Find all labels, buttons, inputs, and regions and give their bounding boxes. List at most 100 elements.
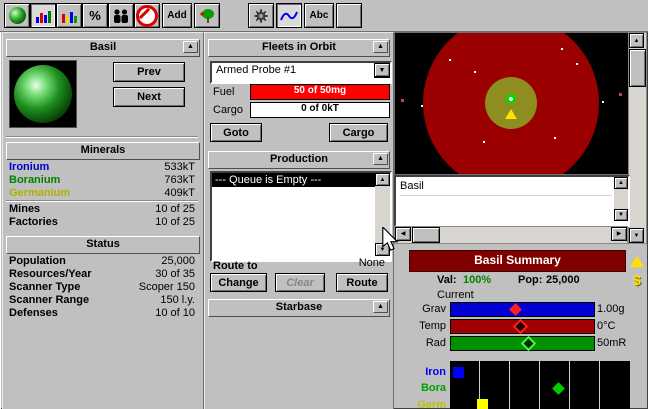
scanner-range-row: Scanner Range 150 l.y. <box>9 294 195 306</box>
scroll-up-icon[interactable]: ▲ <box>629 33 644 48</box>
stars-game-window: % Add Abc Basil ▲ Prev Next Minerals Iro… <box>0 0 648 409</box>
clear-route-button: Clear <box>275 273 325 292</box>
summary-collapse-button[interactable] <box>628 251 646 269</box>
divider <box>6 136 198 138</box>
collapse-production-button[interactable]: ▲ <box>373 153 388 165</box>
no-friendlies-button[interactable] <box>134 3 160 28</box>
map-horizontal-scrollbar[interactable]: ◀ ▶ <box>394 226 628 244</box>
star <box>554 137 556 139</box>
gridline <box>509 361 510 409</box>
grav-bar <box>450 302 595 317</box>
environment-button[interactable] <box>194 3 220 28</box>
population-button[interactable] <box>108 3 134 28</box>
scroll-right-icon[interactable]: ▶ <box>611 227 627 241</box>
gridline <box>599 361 600 409</box>
selected-planet-dot[interactable] <box>506 94 516 104</box>
fleet-select[interactable]: Armed Probe #1 ▼ <box>210 61 392 84</box>
resources-row: Resources/Year 30 of 35 <box>9 268 195 280</box>
scroll-up-icon[interactable]: ▲ <box>375 173 390 186</box>
germ-label: Germ <box>417 399 446 409</box>
fleet-production-panel: Fleets in Orbit ▲ Armed Probe #1 ▼ Fuel … <box>204 32 394 409</box>
minefields-button[interactable] <box>248 3 274 28</box>
planet-icon <box>8 7 26 24</box>
planet-panel: Basil ▲ Prev Next Minerals Ironium 533kT… <box>2 32 204 409</box>
cargo-button[interactable]: Cargo <box>329 123 388 142</box>
population-row: Population 25,000 <box>9 255 195 267</box>
iron-surface-marker <box>453 367 464 378</box>
scroll-down-icon[interactable]: ▼ <box>629 228 644 243</box>
queue-item-selected[interactable]: --- Queue is Empty --- <box>212 173 375 187</box>
prev-planet-button[interactable]: Prev <box>113 62 185 82</box>
planet-list-scrollbar[interactable]: ▲ ▼ <box>614 177 628 221</box>
fleet-marker-icon[interactable] <box>505 109 517 119</box>
map-vertical-scrollbar[interactable]: ▲ ▼ <box>628 32 647 244</box>
blank-toolbar-button[interactable] <box>336 3 362 28</box>
mines-row: Mines 10 of 25 <box>9 203 195 215</box>
pop-value: 25,000 <box>546 274 580 286</box>
grav-label: Grav <box>422 303 446 315</box>
no-entry-icon <box>136 4 158 27</box>
bar-chart-button[interactable] <box>30 3 56 28</box>
tree-icon <box>200 8 214 23</box>
dropdown-arrow-icon[interactable]: ▼ <box>374 63 390 78</box>
fleet-select-value: Armed Probe #1 <box>216 64 297 76</box>
route-button[interactable]: Route <box>336 273 388 292</box>
star <box>561 48 563 50</box>
fleet-paths-button[interactable] <box>276 3 302 28</box>
dollar-icon: $ <box>633 272 641 288</box>
temp-bar <box>450 318 595 335</box>
rad-label: Rad <box>425 337 446 349</box>
toolbar: % Add Abc <box>0 0 648 32</box>
scroll-thumb[interactable] <box>412 227 440 243</box>
scroll-down-icon[interactable]: ▼ <box>614 209 628 221</box>
cargo-gauge: 0 of 0kT <box>250 102 390 118</box>
gridline <box>539 361 540 409</box>
planet-view-button[interactable] <box>4 3 30 28</box>
scroll-thumb[interactable] <box>629 49 646 87</box>
current-label: Current <box>437 289 474 301</box>
minerals-header: Minerals <box>6 142 200 160</box>
star <box>421 105 423 107</box>
starbase-header: Starbase ▲ <box>208 299 390 317</box>
next-planet-button[interactable]: Next <box>113 87 185 107</box>
germ-surface-marker <box>477 399 488 409</box>
production-queue-list[interactable]: --- Queue is Empty --- ▲ ▼ <box>210 171 392 262</box>
rad-bar <box>450 335 595 352</box>
route-to-label: Route to <box>213 260 258 272</box>
star <box>449 59 451 61</box>
star <box>576 63 578 65</box>
scroll-up-icon[interactable]: ▲ <box>614 177 628 189</box>
star <box>474 71 476 73</box>
factories-row: Factories 10 of 25 <box>9 216 195 228</box>
mineral-row-germanium: Germanium 409kT <box>9 187 195 199</box>
planet-panel-header: Basil ▲ <box>6 39 200 57</box>
summary-header: Basil Summary <box>409 250 626 272</box>
bar-chart-icon <box>36 10 51 23</box>
percent-icon: % <box>89 8 101 23</box>
collapse-starbase-button[interactable]: ▲ <box>373 301 388 313</box>
planet-list-item[interactable]: Basil <box>400 180 612 196</box>
enemy-dot <box>619 93 622 96</box>
stacked-chart-button[interactable] <box>56 3 82 28</box>
percent-button[interactable]: % <box>82 3 108 28</box>
collapse-planet-panel-button[interactable]: ▲ <box>183 41 198 53</box>
yellow-up-arrow-icon <box>630 255 644 267</box>
collapse-fleets-button[interactable]: ▲ <box>373 41 388 53</box>
mouse-cursor-icon <box>382 227 399 251</box>
planet-image[interactable] <box>9 60 77 128</box>
scanner-type-row: Scanner Type Scoper 150 <box>9 281 195 293</box>
scanner-map[interactable] <box>394 32 630 175</box>
mineral-row-ironium: Ironium 533kT <box>9 161 195 173</box>
add-waypoint-button[interactable]: Add <box>162 3 192 28</box>
rad-marker-icon <box>520 335 536 352</box>
change-production-button[interactable]: Change <box>210 273 267 292</box>
planet-list[interactable]: Basil ▲ ▼ <box>394 175 630 227</box>
iron-label: Iron <box>425 366 446 378</box>
goto-button[interactable]: Goto <box>210 123 262 142</box>
ship-names-button[interactable]: Abc <box>304 3 334 28</box>
pop-label: Pop: <box>518 274 543 286</box>
val-value: 100% <box>463 274 492 286</box>
route-value: None <box>358 257 385 269</box>
gridline <box>569 361 570 409</box>
fuel-gauge: 50 of 50mg <box>250 84 390 100</box>
